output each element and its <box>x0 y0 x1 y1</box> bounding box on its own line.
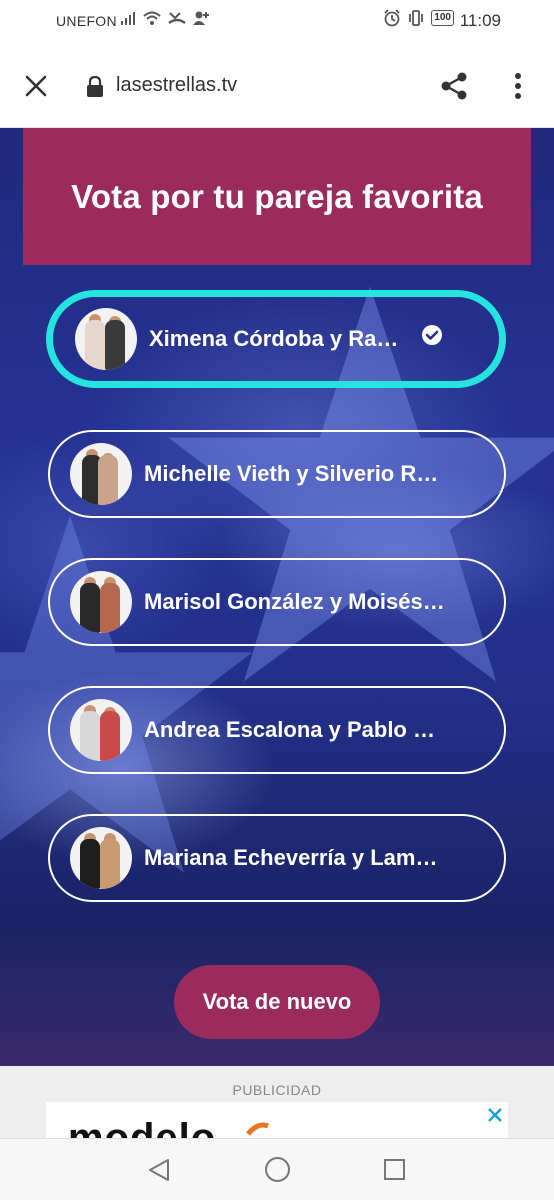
overflow-menu-button[interactable] <box>502 66 534 106</box>
couple-avatar <box>70 827 132 889</box>
couple-avatar <box>70 699 132 761</box>
ad-label: PUBLICIDAD <box>232 1082 322 1098</box>
ad-swoosh-icon <box>246 1122 269 1136</box>
share-icon <box>441 72 467 100</box>
lock-icon <box>87 76 103 97</box>
option-label: Ximena Córdoba y Ra… <box>149 326 399 351</box>
couple-avatar <box>70 571 132 633</box>
browser-toolbar: lasestrellas.tv <box>0 44 554 128</box>
home-circle-icon[interactable] <box>264 1156 291 1183</box>
clock: 11:09 <box>459 11 501 30</box>
wifi-icon <box>143 11 161 25</box>
option-label: Marisol González y Moisés… <box>144 589 445 614</box>
battery-indicator: 100 <box>431 10 454 26</box>
status-icons-left <box>120 10 210 26</box>
system-nav-bar <box>0 1138 554 1200</box>
alarm-icon <box>384 9 400 27</box>
poll-title: Vota por tu pareja favorita <box>71 177 483 215</box>
status-bar: UNEFON 100 11:09 <box>0 0 554 44</box>
missed-call-icon <box>168 12 186 25</box>
page-content: Vota por tu pareja favorita Ximena Córdo… <box>0 128 554 1066</box>
couple-avatar <box>75 308 137 370</box>
option-label: Mariana Echeverría y Lam… <box>144 845 438 870</box>
status-icons-right: 100 <box>383 9 454 27</box>
ad-banner[interactable]: modelo <box>46 1102 508 1138</box>
option-label: Michelle Vieth y Silverio R… <box>144 461 439 486</box>
close-icon <box>488 1108 502 1122</box>
option-label: Andrea Escalona y Pablo … <box>144 717 435 742</box>
vibrate-icon <box>409 10 424 26</box>
close-tab-button[interactable] <box>20 70 52 102</box>
poll-title-box: Vota por tu pareja favorita <box>23 128 531 265</box>
more-vert-icon <box>515 73 521 99</box>
check-circle-icon <box>422 325 442 345</box>
vote-option-4[interactable]: Andrea Escalona y Pablo … <box>48 686 506 774</box>
recents-square-icon[interactable] <box>383 1158 406 1181</box>
add-person-icon <box>193 11 209 25</box>
vote-option-1[interactable]: Ximena Córdoba y Ra… <box>46 290 506 388</box>
carrier-name: UNEFON <box>56 13 117 29</box>
vote-option-2[interactable]: Michelle Vieth y Silverio R… <box>48 430 506 518</box>
share-button[interactable] <box>434 66 474 106</box>
vote-option-3[interactable]: Marisol González y Moisés… <box>48 558 506 646</box>
couple-avatar <box>70 443 132 505</box>
vote-again-button[interactable]: Vota de nuevo <box>174 965 380 1039</box>
signal-icon <box>121 12 135 25</box>
close-icon <box>25 75 47 97</box>
vote-option-5[interactable]: Mariana Echeverría y Lam… <box>48 814 506 902</box>
ad-area: PUBLICIDAD modelo <box>0 1066 554 1138</box>
ad-close-button[interactable] <box>484 1104 506 1126</box>
url-text[interactable]: lasestrellas.tv <box>116 74 237 97</box>
ad-brand-text: modelo <box>68 1116 217 1138</box>
back-triangle-icon[interactable] <box>146 1157 172 1183</box>
